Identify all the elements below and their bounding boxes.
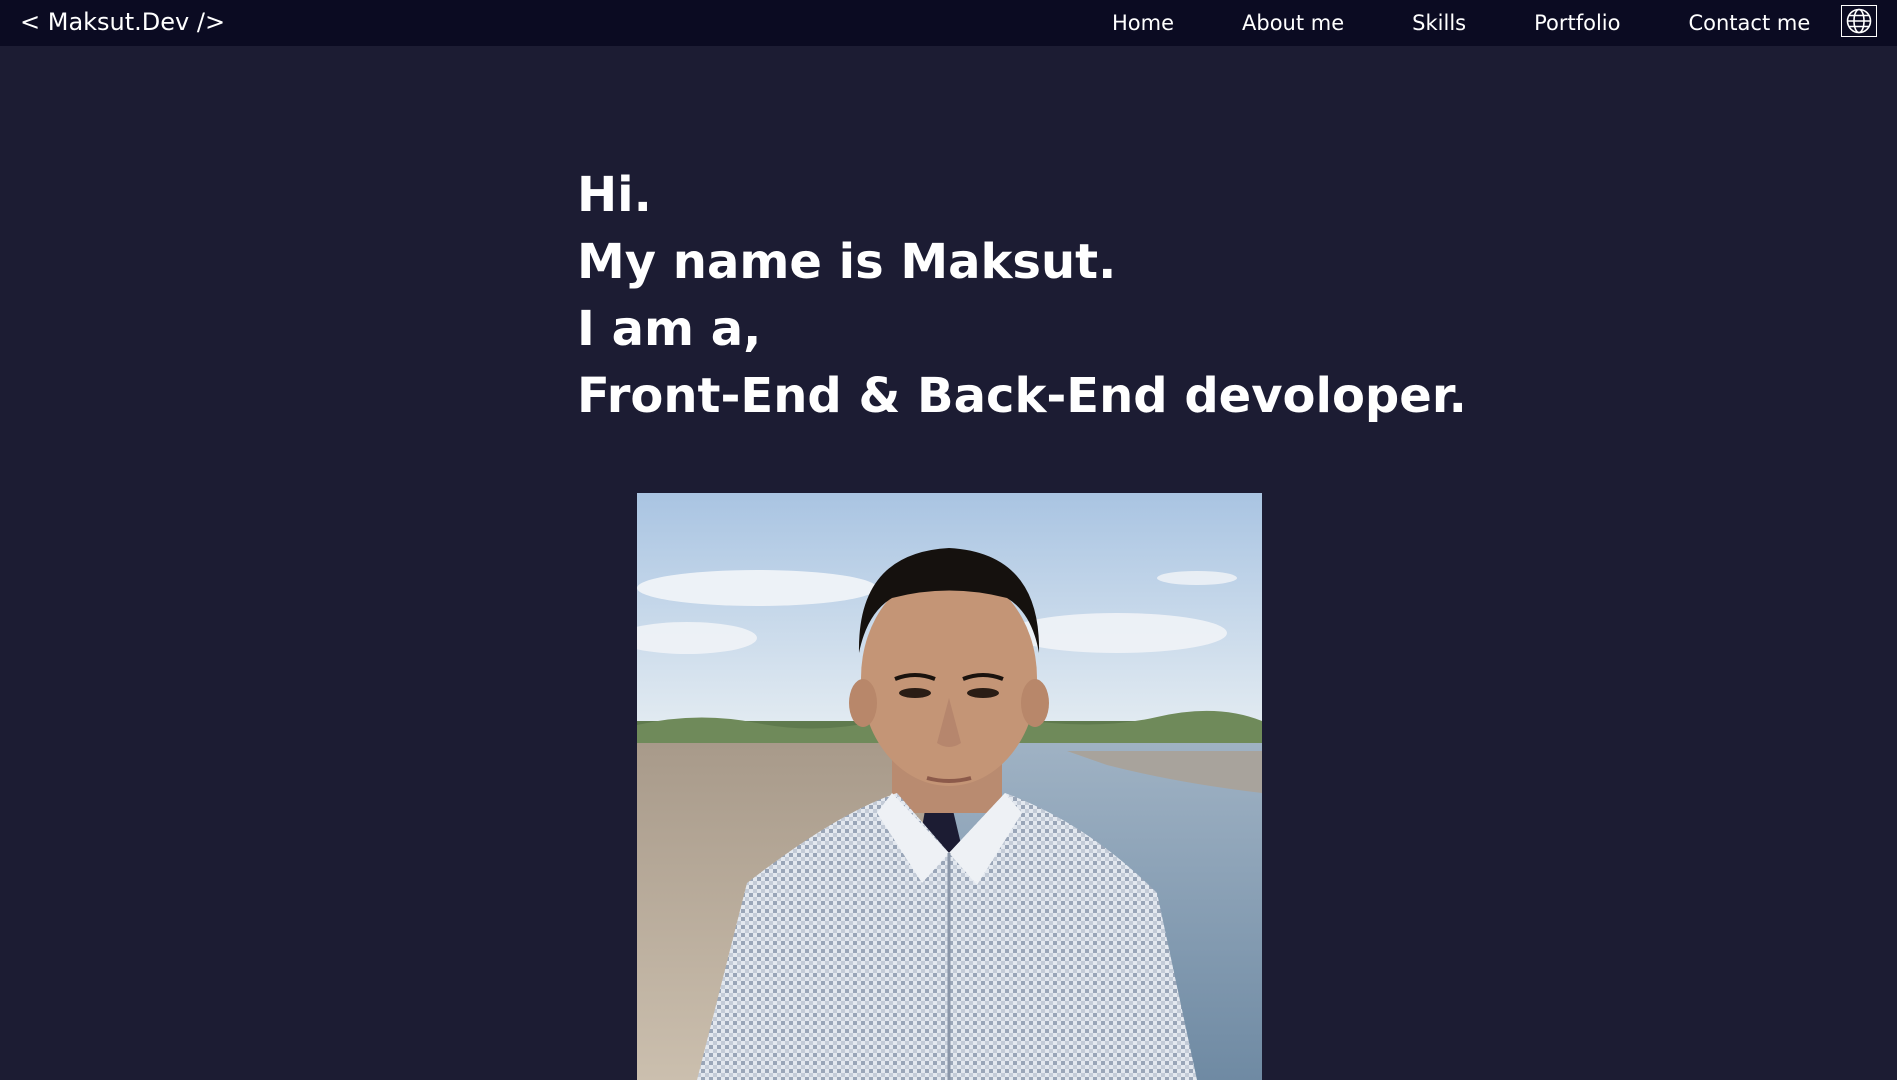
profile-photo-illustration — [637, 493, 1262, 1080]
hero-greeting: Hi. — [577, 167, 652, 223]
nav-contact-me[interactable]: Contact me — [1688, 11, 1810, 35]
site-logo[interactable]: < Maksut.Dev /> — [20, 7, 225, 37]
globe-icon — [1846, 8, 1872, 34]
nav-links: Home About me Skills Portfolio Contact m… — [1098, 0, 1810, 46]
hero-intro: I am a, — [577, 301, 762, 357]
profile-photo — [637, 493, 1262, 1080]
language-button[interactable] — [1841, 5, 1877, 37]
nav-about-me[interactable]: About me — [1242, 11, 1344, 35]
nav-skills[interactable]: Skills — [1412, 11, 1466, 35]
hero-role: Front-End & Back-End devoloper. — [577, 368, 1467, 424]
nav-home[interactable]: Home — [1112, 11, 1174, 35]
navbar: < Maksut.Dev /> Home About me Skills Por… — [0, 0, 1897, 46]
hero-name: My name is Maksut. — [577, 234, 1117, 290]
hero-section: Hi. My name is Maksut. I am a, Front-End… — [577, 162, 1467, 430]
nav-portfolio[interactable]: Portfolio — [1534, 11, 1620, 35]
